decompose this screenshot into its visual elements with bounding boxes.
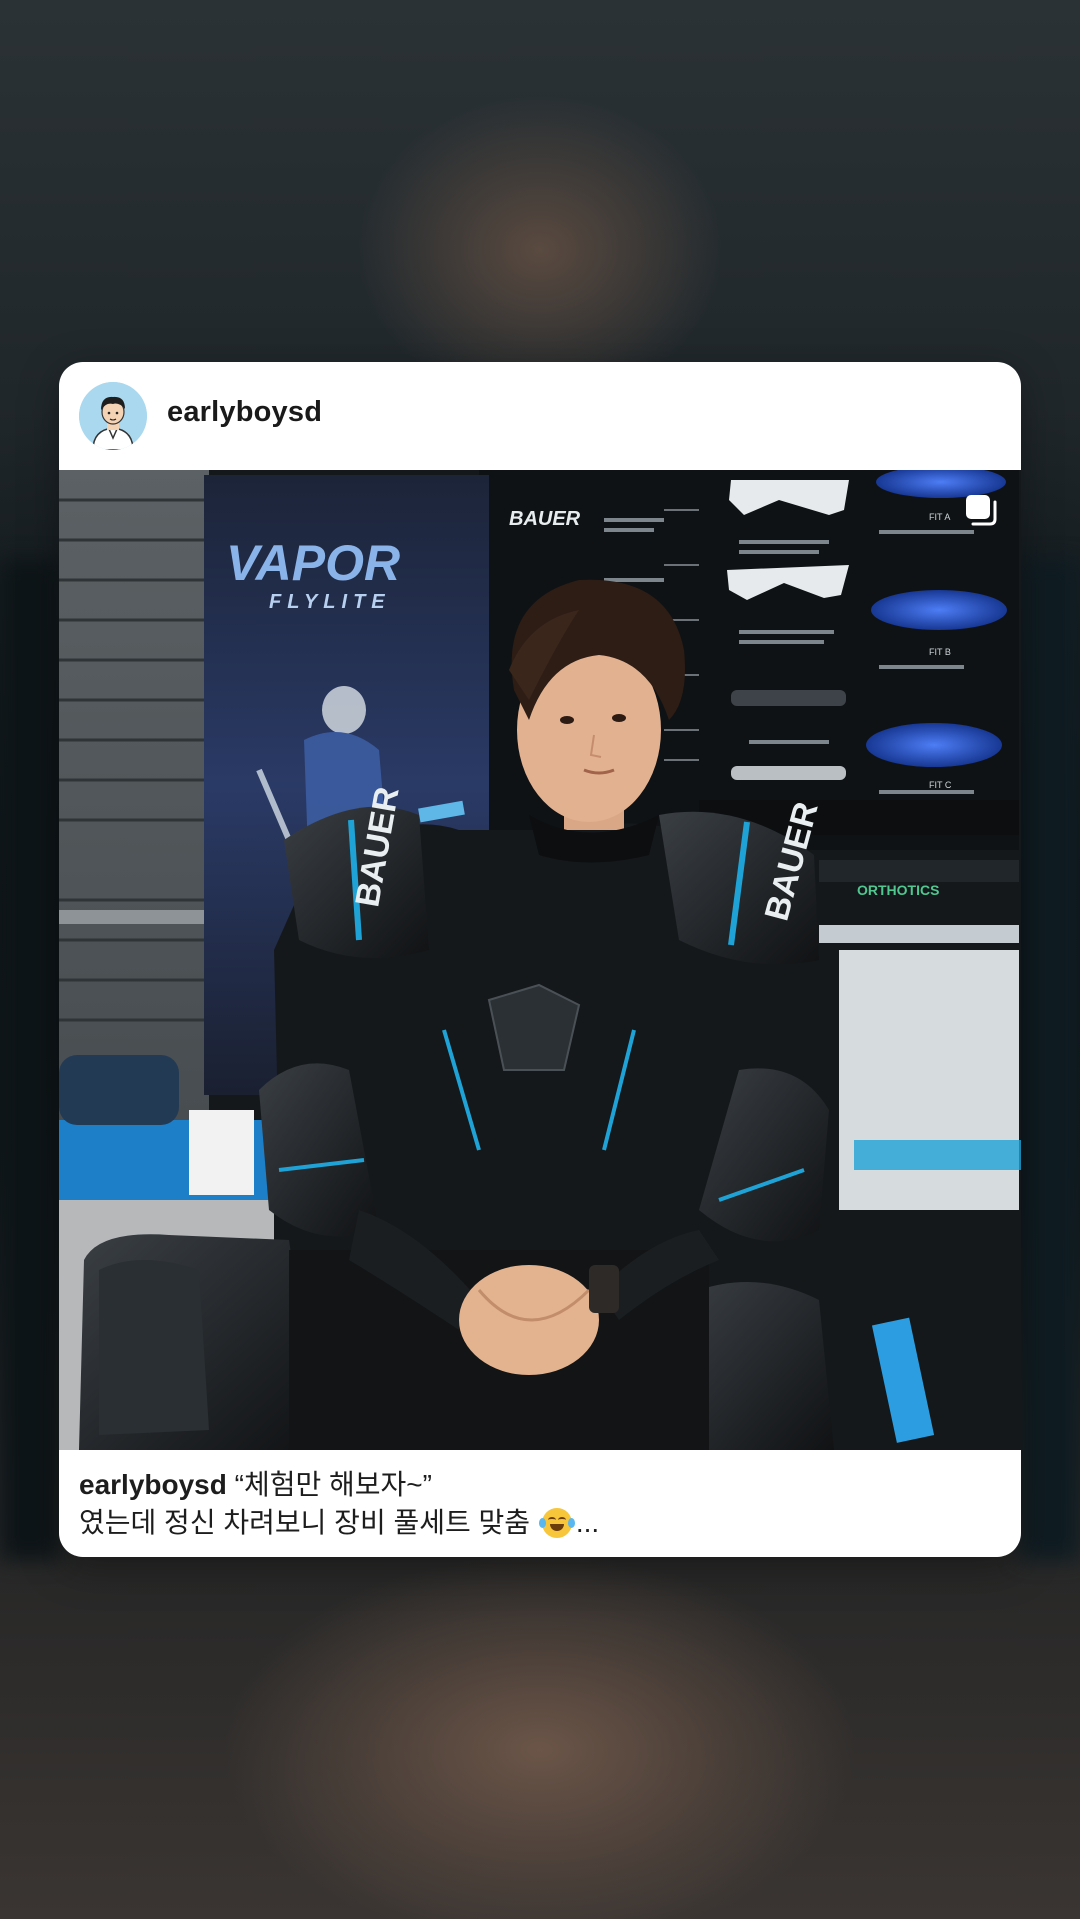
fit-a: FIT A — [929, 512, 950, 522]
banner-subtitle: FLYLITE — [269, 591, 391, 613]
banner-title: VAPOR — [226, 535, 400, 591]
orthotics-label: ORTHOTICS — [857, 882, 939, 898]
multi-photo-icon — [963, 492, 999, 528]
caption-line2: 였는데 정신 차려보니 장비 풀세트 맞춤 — [79, 1507, 538, 1538]
post-photo[interactable]: VAPOR FLYLITE BAUER FIT A FIT B FIT C OR… — [59, 470, 1021, 1450]
post-username[interactable]: earlyboysd — [167, 396, 322, 429]
fit-b: FIT B — [929, 647, 951, 657]
shared-post-card[interactable]: earlyboysd VAPOR FLYLITE BAUER FIT A FIT… — [59, 362, 1021, 1557]
caption-line2-wrap: 였는데 정신 차려보니 장비 풀세트 맞춤 ... — [79, 1504, 999, 1542]
fit-c: FIT C — [929, 780, 952, 790]
post-header: earlyboysd — [59, 362, 1021, 470]
post-caption: earlyboysd “체험만 해보자~” 였는데 정신 차려보니 장비 풀세트… — [79, 1466, 999, 1542]
tears-of-joy-emoji-icon — [538, 1508, 575, 1538]
avatar[interactable] — [79, 382, 147, 450]
caption-username[interactable]: earlyboysd — [79, 1469, 227, 1500]
board-brand: BAUER — [509, 508, 581, 530]
caption-ellipsis[interactable]: ... — [576, 1507, 599, 1538]
caption-line1: “체험만 해보자~” — [226, 1469, 432, 1500]
